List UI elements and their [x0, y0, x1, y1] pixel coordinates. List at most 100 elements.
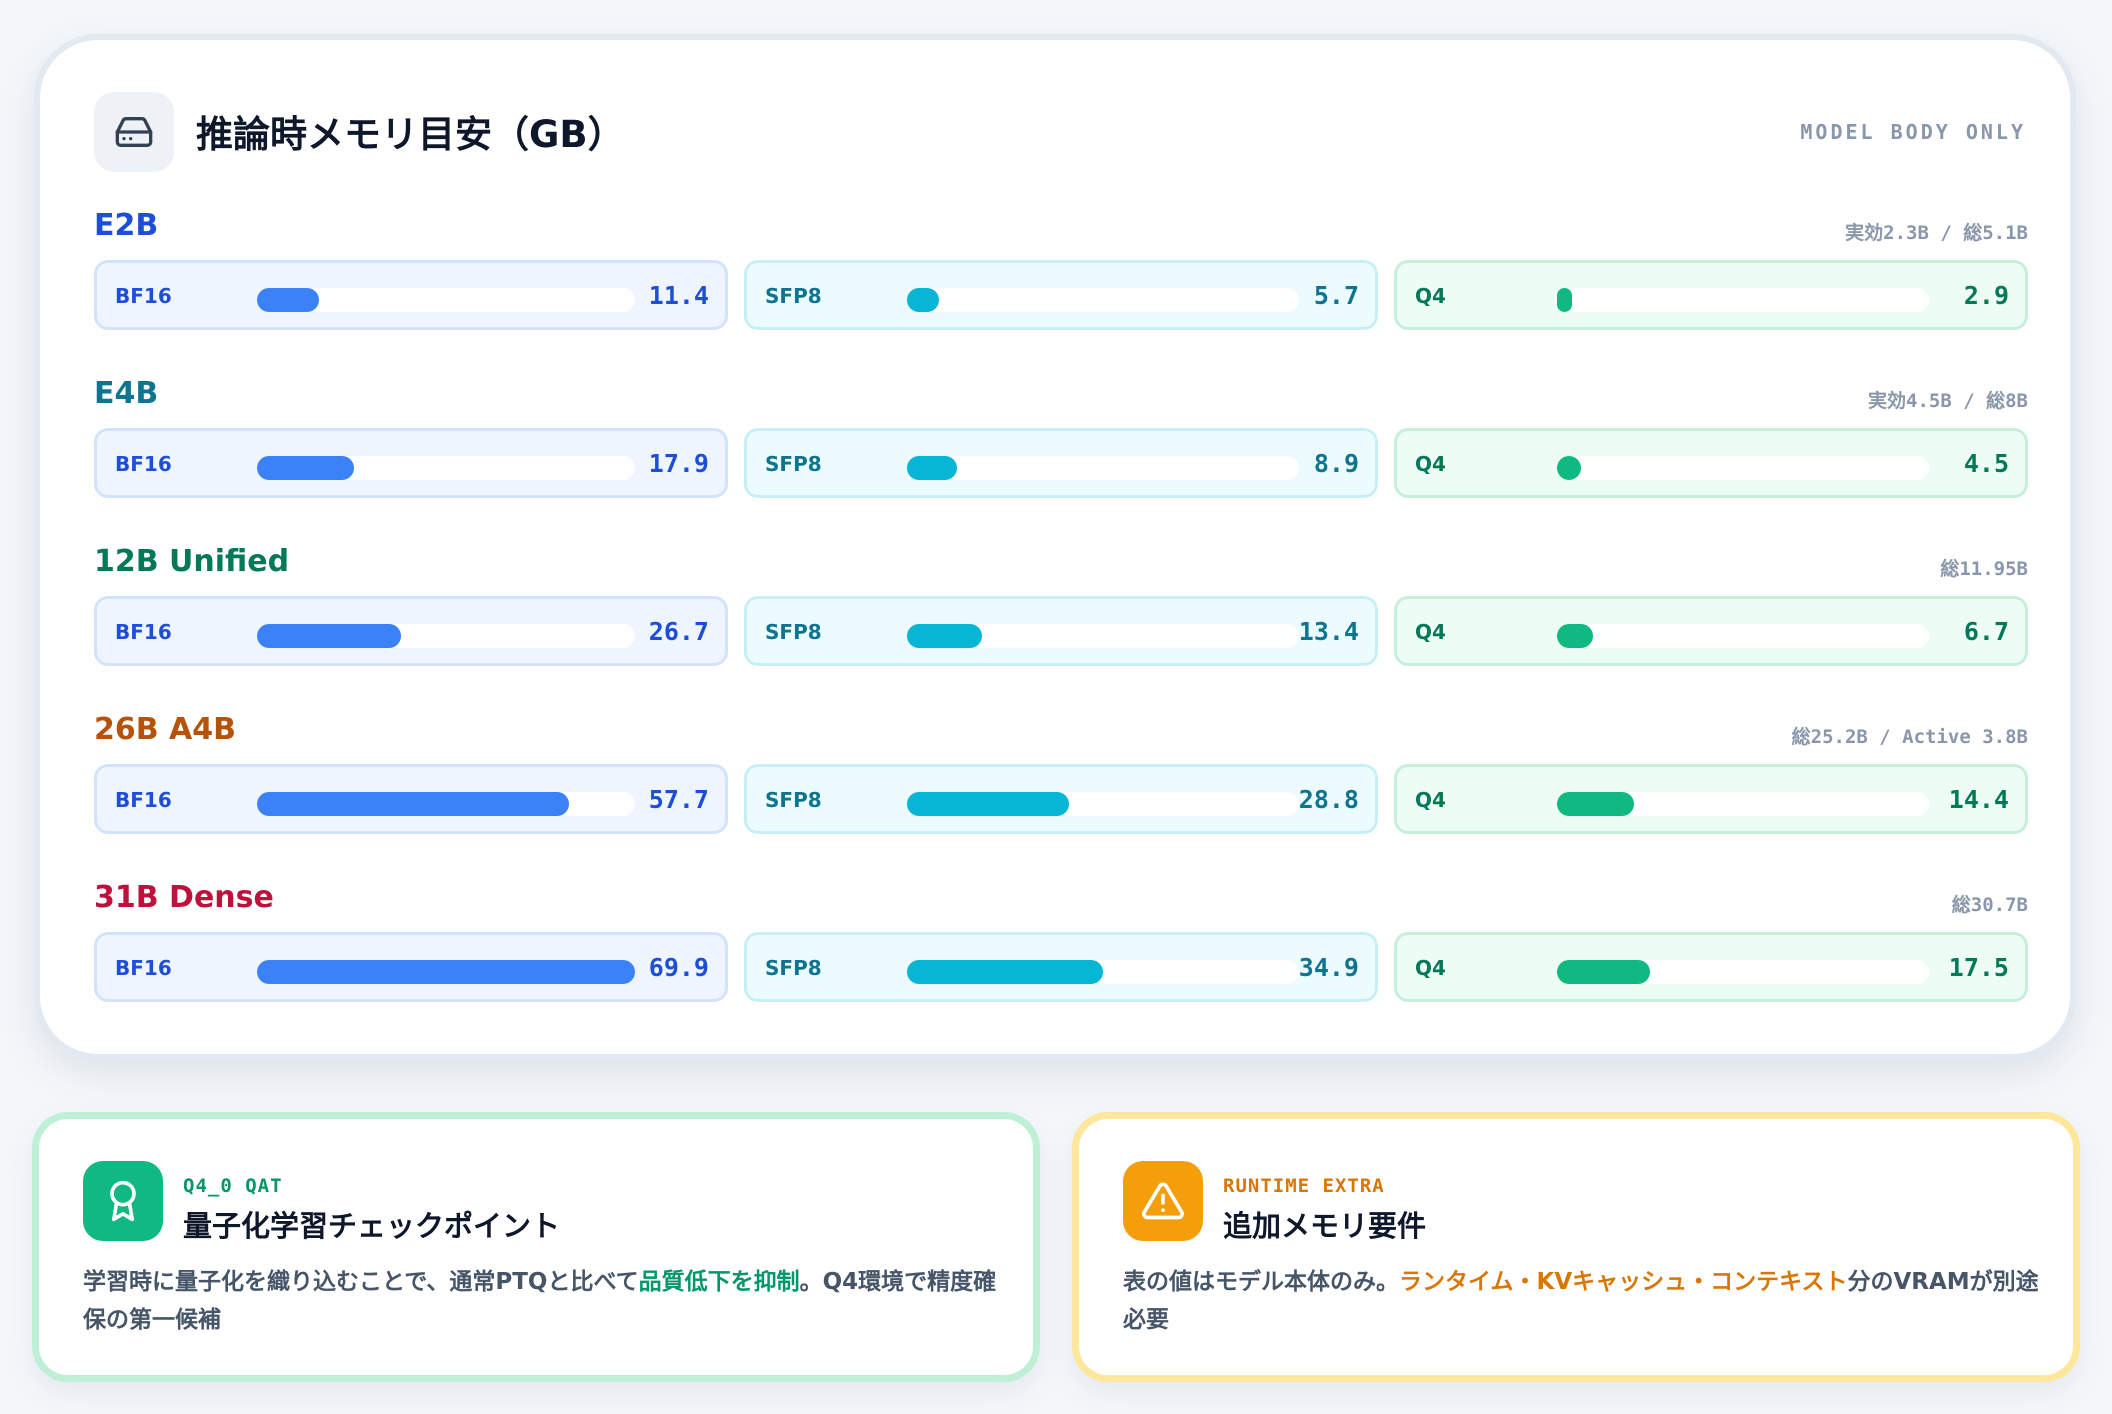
memory-bar-track — [1557, 288, 1929, 312]
quant-box-bf16: BF16 26.7 — [94, 596, 728, 666]
quant-box-sfp8: SFP8 34.9 — [744, 932, 1378, 1002]
memory-bar-track — [257, 288, 635, 312]
memory-bar-track — [907, 624, 1299, 648]
page-title: 推論時メモリ目安（GB） — [196, 113, 625, 156]
quant-bar-row: BF16 26.7 SFP8 13.4 Q4 6.7 — [94, 596, 2028, 666]
quant-box-sfp8: SFP8 8.9 — [744, 428, 1378, 498]
quant-label: SFP8 — [765, 284, 822, 308]
quant-label: Q4 — [1415, 620, 1446, 644]
runtime-description: 表の値はモデル本体のみ。ランタイム・KVキャッシュ・コンテキスト分のVRAMが別… — [1123, 1263, 2043, 1339]
memory-bar-track — [907, 792, 1299, 816]
model-params: 総30.7B — [1951, 894, 2028, 916]
model-name: 12B Unified — [94, 544, 290, 579]
memory-bar-track — [1557, 456, 1929, 480]
runtime-kicker: RUNTIME EXTRA — [1223, 1175, 1385, 1197]
quant-label: BF16 — [115, 620, 172, 644]
model-params: 実効2.3B / 総5.1B — [1845, 222, 2028, 244]
quant-bar-row: BF16 57.7 SFP8 28.8 Q4 14.4 — [94, 764, 2028, 834]
quant-label: BF16 — [115, 788, 172, 812]
quant-box-sfp8: SFP8 28.8 — [744, 764, 1378, 834]
model-section: 26B A4B 総25.2B / Active 3.8B BF16 57.7 SFP8 2… — [94, 712, 2028, 880]
runtime-info-card: RUNTIME EXTRA 追加メモリ要件 表の値はモデル本体のみ。ランタイム・… — [1072, 1112, 2080, 1382]
memory-bar-track — [1557, 624, 1929, 648]
model-name: E2B — [94, 208, 159, 243]
memory-bar-track — [257, 456, 635, 480]
memory-value: 2.9 — [1963, 281, 2009, 310]
warning-icon — [1123, 1161, 1203, 1241]
memory-bar-fill — [907, 456, 957, 480]
memory-bar-fill — [257, 792, 569, 816]
memory-bar-track — [1557, 792, 1929, 816]
memory-bar-fill — [907, 960, 1103, 984]
qat-description: 学習時に量子化を織り込むことで、通常PTQと比べて品質低下を抑制。Q4環境で精度… — [83, 1263, 1003, 1339]
memory-bar-fill — [1557, 624, 1593, 648]
memory-bar-track — [907, 456, 1299, 480]
quant-box-sfp8: SFP8 13.4 — [744, 596, 1378, 666]
model-section: E2B 実効2.3B / 総5.1B BF16 11.4 SFP8 5.7 Q4 2.9 — [94, 208, 2028, 376]
quant-box-q4: Q4 6.7 — [1394, 596, 2028, 666]
quant-label: SFP8 — [765, 956, 822, 980]
model-params: 総11.95B — [1940, 558, 2028, 580]
memory-value: 8.9 — [1313, 449, 1359, 478]
award-icon — [83, 1161, 163, 1241]
quant-label: Q4 — [1415, 788, 1446, 812]
memory-value: 6.7 — [1963, 617, 2009, 646]
model-params: 実効4.5B / 総8B — [1868, 390, 2028, 412]
quant-box-q4: Q4 17.5 — [1394, 932, 2028, 1002]
memory-bar-track — [907, 288, 1299, 312]
memory-bar-fill — [257, 960, 635, 984]
memory-bar-track — [1557, 960, 1929, 984]
quant-box-bf16: BF16 17.9 — [94, 428, 728, 498]
model-name: E4B — [94, 376, 159, 411]
memory-value: 13.4 — [1298, 617, 1359, 646]
quant-box-q4: Q4 4.5 — [1394, 428, 2028, 498]
memory-value: 17.5 — [1948, 953, 2009, 982]
quant-bar-row: BF16 17.9 SFP8 8.9 Q4 4.5 — [94, 428, 2028, 498]
memory-value: 57.7 — [648, 785, 709, 814]
memory-estimate-card: 推論時メモリ目安（GB） MODEL BODY ONLY E2B 実効2.3B /… — [34, 34, 2076, 1060]
scope-tag: MODEL BODY ONLY — [1800, 120, 2026, 144]
memory-value: 17.9 — [648, 449, 709, 478]
runtime-description-text: 表の値はモデル本体のみ。 — [1123, 1269, 1399, 1295]
memory-value: 5.7 — [1313, 281, 1359, 310]
quant-label: Q4 — [1415, 452, 1446, 476]
model-section: E4B 実効4.5B / 総8B BF16 17.9 SFP8 8.9 Q4 4.5 — [94, 376, 2028, 544]
model-section: 12B Unified 総11.95B BF16 26.7 SFP8 13.4 Q4 6.7 — [94, 544, 2028, 712]
quant-box-bf16: BF16 57.7 — [94, 764, 728, 834]
memory-bar-track — [257, 624, 635, 648]
memory-bar-fill — [1557, 456, 1581, 480]
quant-box-q4: Q4 2.9 — [1394, 260, 2028, 330]
qat-info-card: Q4_0 QAT 量子化学習チェックポイント 学習時に量子化を織り込むことで、通… — [32, 1112, 1040, 1382]
memory-bar-fill — [257, 456, 354, 480]
qat-title: 量子化学習チェックポイント — [183, 1209, 561, 1243]
quant-label: SFP8 — [765, 620, 822, 644]
card-header: 推論時メモリ目安（GB） MODEL BODY ONLY — [40, 40, 2070, 210]
memory-value: 11.4 — [648, 281, 709, 310]
quant-box-q4: Q4 14.4 — [1394, 764, 2028, 834]
memory-value: 14.4 — [1948, 785, 2009, 814]
memory-value: 4.5 — [1963, 449, 2009, 478]
model-section: 31B Dense 総30.7B BF16 69.9 SFP8 34.9 Q4 17.5 — [94, 880, 2028, 1048]
quant-bar-row: BF16 11.4 SFP8 5.7 Q4 2.9 — [94, 260, 2028, 330]
memory-bar-fill — [1557, 288, 1573, 312]
hard-drive-icon — [94, 92, 174, 172]
memory-bar-track — [907, 960, 1299, 984]
memory-value: 26.7 — [648, 617, 709, 646]
quant-label: BF16 — [115, 956, 172, 980]
qat-highlight: 品質低下を抑制 — [638, 1269, 800, 1295]
qat-kicker: Q4_0 QAT — [183, 1175, 283, 1197]
memory-bar-fill — [907, 792, 1069, 816]
quant-label: BF16 — [115, 452, 172, 476]
memory-value: 69.9 — [648, 953, 709, 982]
memory-bar-fill — [257, 288, 319, 312]
memory-bar-fill — [1557, 792, 1634, 816]
memory-value: 28.8 — [1298, 785, 1359, 814]
quant-label: Q4 — [1415, 956, 1446, 980]
quant-box-bf16: BF16 69.9 — [94, 932, 728, 1002]
quant-box-bf16: BF16 11.4 — [94, 260, 728, 330]
quant-label: BF16 — [115, 284, 172, 308]
memory-bar-fill — [1557, 960, 1651, 984]
quant-label: SFP8 — [765, 452, 822, 476]
quant-label: SFP8 — [765, 788, 822, 812]
runtime-title: 追加メモリ要件 — [1223, 1209, 1427, 1243]
